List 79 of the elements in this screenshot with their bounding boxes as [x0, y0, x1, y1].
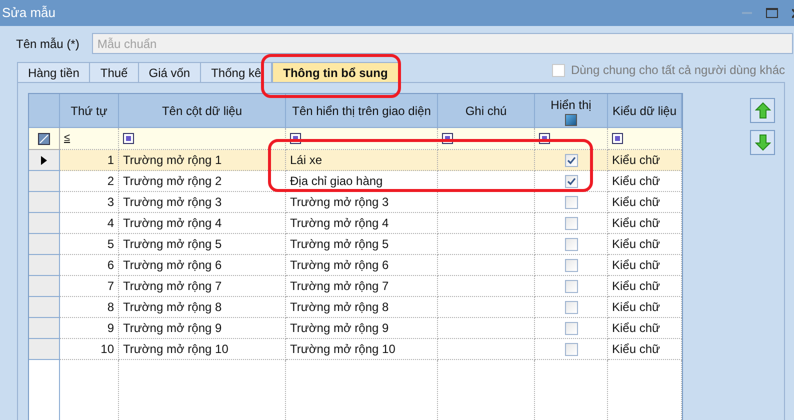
table-cell-text: Trường mở rộng 5 [290, 236, 389, 253]
table-row[interactable]: 3 Trường mở rộng 3 Trường mở rộng 3 Kiểu chữ [29, 192, 682, 213]
table-cell-text: Trường mở rộng 4 [290, 215, 389, 232]
template-name-label: Tên mẫu (*) [16, 36, 80, 52]
table-cell-text: Kiểu chữ [612, 320, 660, 337]
table-cell-text: Địa chỉ giao hàng [290, 173, 383, 190]
table-cell-text: Trường mở rộng 9 [290, 320, 389, 337]
checkbox[interactable] [564, 342, 578, 356]
order-cell-text: 3 [107, 194, 114, 211]
table-cell-text: Trường mở rộng 4 [123, 215, 222, 232]
checkbox[interactable] [564, 322, 578, 334]
order-cell-text: 5 [107, 236, 114, 253]
table-cell-text: Trường mở rộng 8 [123, 299, 222, 316]
order-cell-text: 2 [107, 173, 114, 190]
table-row[interactable]: 5 Trường mở rộng 5 Trường mở rộng 5 Kiểu chữ [29, 234, 682, 255]
table-cell-text: Trường mở rộng 7 [290, 278, 389, 295]
order-cell-text: 9 [107, 320, 114, 337]
table-cell-text: Trường mở rộng 3 [123, 194, 222, 211]
table-cell-text: Trường mở rộng 9 [123, 320, 222, 337]
table-cell-text: Trường mở rộng 8 [290, 299, 389, 316]
table-cell-text: Trường mở rộng 10 [290, 341, 396, 358]
table-cell-text: Trường mở rộng 1 [123, 152, 222, 169]
table-row[interactable]: 7 Trường mở rộng 7 Trường mở rộng 7 Kiểu chữ [29, 276, 682, 297]
filter-icon[interactable] [612, 133, 623, 144]
table-cell-text: Kiểu chữ [612, 152, 660, 169]
order-cell-text: 6 [107, 257, 114, 274]
checkbox[interactable] [564, 238, 578, 250]
checkbox[interactable] [564, 300, 578, 314]
table-row[interactable]: 9 Trường mở rộng 9 Trường mở rộng 9 Kiểu chữ [29, 318, 682, 339]
table-cell-text: Kiểu chữ [612, 299, 660, 316]
tab[interactable]: Giá vốn [138, 62, 202, 82]
filter-operator[interactable]: ≤ [64, 130, 70, 147]
checkbox[interactable] [564, 196, 578, 208]
select-all-icon[interactable] [565, 114, 577, 126]
filter-icon[interactable] [123, 133, 134, 144]
table-row[interactable]: 10 Trường mở rộng 10 Trường mở rộng 10 Kiểu chữ [29, 339, 682, 360]
maximize-icon[interactable] [766, 8, 778, 18]
table-cell-text: Kiểu chữ [612, 194, 660, 211]
table-cell-text: Trường mở rộng 3 [290, 194, 389, 211]
table-cell-text: Kiểu chữ [612, 215, 660, 232]
table-row[interactable]: 4 Trường mở rộng 4 Trường mở rộng 4 Kiểu chữ [29, 213, 682, 234]
tab[interactable]: Thống kê [201, 62, 272, 82]
table-row[interactable]: 6 Trường mở rộng 6 Trường mở rộng 6 Kiểu chữ [29, 255, 682, 276]
table-row[interactable]: 1 Trường mở rộng 1 Lái xe Kiểu chữ [29, 150, 682, 171]
table-cell-text: Kiểu chữ [612, 278, 660, 295]
move-down-button[interactable] [750, 130, 775, 155]
table-cell-text: Kiểu chữ [612, 257, 660, 274]
table-cell-text: Trường mở rộng 5 [123, 236, 222, 253]
table-cell-text: Trường mở rộng 6 [123, 257, 222, 274]
window-title: Sửa mẫu [2, 4, 56, 22]
table-cell-text: Trường mở rộng 10 [123, 341, 228, 358]
checkbox[interactable] [564, 280, 578, 292]
order-cell-text: 10 [100, 341, 114, 358]
table-cell-text: Lái xe [290, 152, 322, 169]
down-arrow-icon [754, 134, 770, 151]
table-cell-text: Kiểu chữ [612, 173, 660, 190]
move-up-button[interactable] [750, 98, 775, 123]
table-cell-text: Trường mở rộng 7 [123, 278, 222, 295]
table-cell-text: Trường mở rộng 6 [290, 257, 389, 274]
checkbox[interactable] [564, 174, 578, 188]
table-row[interactable]: 8 Trường mở rộng 8 Trường mở rộng 8 Kiểu chữ [29, 297, 682, 318]
order-cell-text: 7 [107, 278, 114, 295]
checkbox[interactable] [564, 216, 578, 230]
up-arrow-icon [754, 102, 770, 119]
order-cell-text: 8 [107, 299, 114, 316]
template-name-field[interactable]: Mẫu chuẩn [92, 33, 794, 54]
table-cell-text: Kiểu chữ [612, 236, 660, 253]
order-cell-text: 1 [107, 152, 114, 169]
tab[interactable]: Thông tin bổ sung [272, 62, 399, 82]
tab[interactable]: Hàng tiền [17, 62, 90, 82]
current-row-icon [41, 156, 47, 164]
table-row[interactable]: 2 Trường mở rộng 2 Địa chỉ giao hàng Kiểu chữ [29, 171, 682, 192]
tab[interactable]: Thuế [90, 62, 139, 82]
order-cell-text: 4 [107, 215, 114, 232]
filter-editor-icon[interactable] [38, 132, 50, 144]
checkbox[interactable] [564, 258, 578, 272]
table-cell-text: Kiểu chữ [612, 341, 660, 358]
checkbox[interactable] [564, 154, 578, 166]
table-cell-text: Trường mở rộng 2 [123, 173, 222, 190]
